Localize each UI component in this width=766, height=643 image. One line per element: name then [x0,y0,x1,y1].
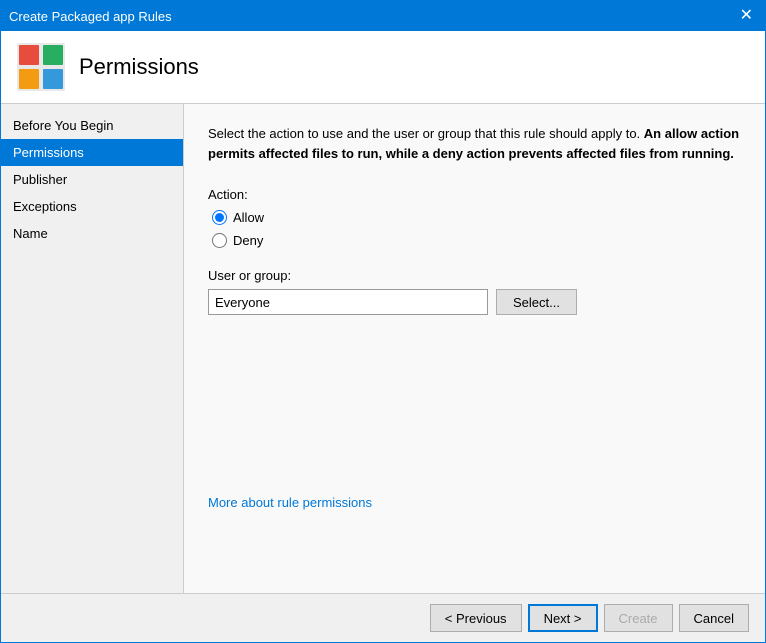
sidebar-item-name[interactable]: Name [1,220,183,247]
footer: < Previous Next > Create Cancel [1,593,765,642]
user-group-input[interactable] [208,289,488,315]
sidebar-item-publisher[interactable]: Publisher [1,166,183,193]
user-group-section: User or group: Select... [208,268,741,315]
cancel-button[interactable]: Cancel [679,604,749,632]
description-text: Select the action to use and the user or… [208,124,741,163]
user-group-row: Select... [208,289,741,315]
user-group-label: User or group: [208,268,741,283]
more-section: More about rule permissions [208,315,741,510]
action-radio-group: Allow Deny [212,210,741,248]
deny-label: Deny [233,233,263,248]
sidebar-item-permissions[interactable]: Permissions [1,139,183,166]
sidebar-item-before-you-begin[interactable]: Before You Begin [1,112,183,139]
next-button[interactable]: Next > [528,604,598,632]
body: Before You Begin Permissions Publisher E… [1,104,765,593]
sidebar: Before You Begin Permissions Publisher E… [1,104,184,593]
deny-radio[interactable] [212,233,227,248]
action-label: Action: [208,187,741,202]
close-button[interactable]: ✕ [736,8,757,24]
previous-button[interactable]: < Previous [430,604,522,632]
more-link[interactable]: More about rule permissions [208,495,372,510]
title-bar: Create Packaged app Rules ✕ [1,1,765,31]
select-button[interactable]: Select... [496,289,577,315]
action-section: Action: Allow Deny [208,187,741,248]
header: Permissions [1,31,765,104]
allow-radio[interactable] [212,210,227,225]
deny-option[interactable]: Deny [212,233,741,248]
main-window: Create Packaged app Rules ✕ Permissions … [0,0,766,643]
create-button[interactable]: Create [604,604,673,632]
app-icon [17,43,65,91]
sidebar-item-exceptions[interactable]: Exceptions [1,193,183,220]
allow-option[interactable]: Allow [212,210,741,225]
page-title: Permissions [79,54,199,80]
allow-label: Allow [233,210,264,225]
window-title: Create Packaged app Rules [9,9,172,24]
content-area: Select the action to use and the user or… [184,104,765,593]
